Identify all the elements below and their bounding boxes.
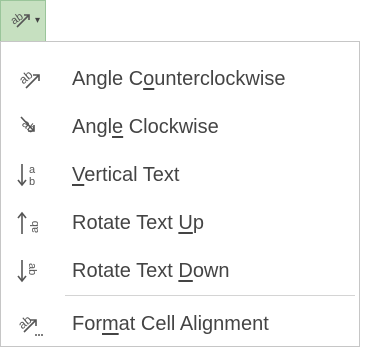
menu-item-rotate-text-up[interactable]: ab Rotate Text Up (1, 199, 359, 247)
menu-item-label: Rotate Text Up (72, 211, 204, 234)
svg-text:a: a (29, 164, 36, 176)
vertical-text-icon: a b (15, 160, 45, 190)
svg-text:b: b (29, 176, 35, 188)
menu-item-angle-clockwise[interactable]: ab Angle Clockwise (1, 103, 359, 151)
svg-text:ab: ab (9, 10, 26, 27)
orientation-button[interactable]: ab ▾ (0, 0, 46, 42)
svg-text:ab: ab (26, 263, 38, 275)
menu-item-label: Angle Counterclockwise (72, 67, 286, 90)
menu-item-label: Rotate Text Down (72, 259, 230, 282)
orientation-dropdown: ab ▾ ab Angle Counterclockwise ab (0, 0, 372, 347)
menu-item-rotate-text-down[interactable]: ab Rotate Text Down (1, 247, 359, 295)
angle-counterclockwise-icon: ab (15, 64, 45, 94)
menu-item-format-cell-alignment[interactable]: ab Format Cell Alignment (1, 300, 359, 347)
angle-clockwise-icon: ab (15, 112, 45, 142)
rotate-text-up-icon: ab (15, 208, 45, 238)
svg-text:ab: ab (16, 67, 35, 87)
menu-separator (65, 295, 355, 296)
menu-item-angle-counterclockwise[interactable]: ab Angle Counterclockwise (1, 55, 359, 103)
svg-text:ab: ab (29, 221, 41, 233)
chevron-down-icon: ▾ (35, 15, 41, 26)
format-cell-alignment-icon: ab (15, 309, 45, 339)
orientation-menu: ab Angle Counterclockwise ab Angle Clock… (0, 41, 360, 347)
svg-text:ab: ab (16, 312, 35, 332)
orientation-icon: ab (9, 7, 33, 36)
rotate-text-down-icon: ab (15, 256, 45, 286)
menu-item-vertical-text[interactable]: a b Vertical Text (1, 151, 359, 199)
menu-item-label: Vertical Text (72, 163, 180, 186)
menu-item-label: Format Cell Alignment (72, 312, 269, 335)
menu-item-label: Angle Clockwise (72, 115, 219, 138)
